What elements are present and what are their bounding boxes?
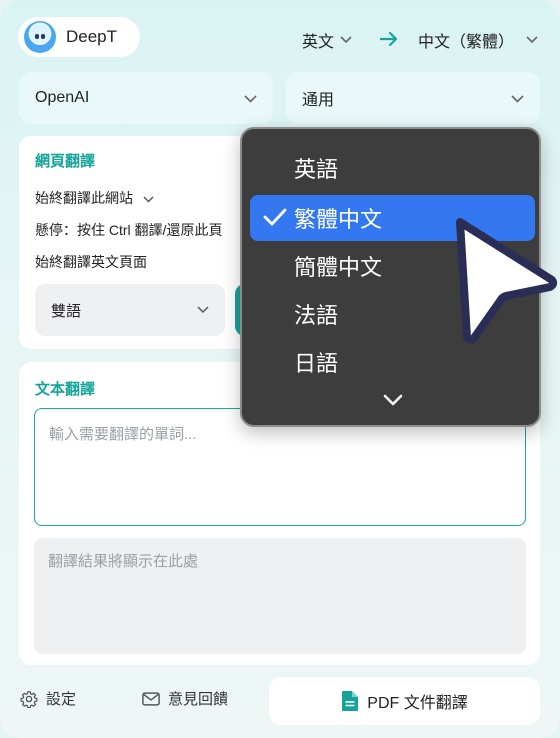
mode-select[interactable]: 通用 bbox=[286, 72, 540, 124]
language-pair: 英文 中文（繁體） bbox=[302, 28, 538, 52]
chevron-down-icon bbox=[244, 91, 257, 106]
model-select[interactable]: OpenAI bbox=[19, 72, 273, 124]
dropdown-item-label: 英語 bbox=[294, 157, 339, 182]
chevron-down-icon[interactable] bbox=[380, 387, 406, 413]
always-translate-english-option[interactable]: 始終翻譯英文頁面 bbox=[35, 252, 147, 272]
mail-icon bbox=[142, 691, 160, 706]
dropdown-item-label: 日語 bbox=[294, 351, 339, 376]
chevron-down-icon bbox=[340, 33, 352, 47]
app-name: DeepT bbox=[66, 27, 118, 46]
always-translate-site-option[interactable]: 始終翻譯此網站 bbox=[35, 188, 154, 208]
arrow-right-icon bbox=[379, 30, 398, 51]
dropdown-item-label: 法語 bbox=[294, 303, 339, 328]
settings-label: 設定 bbox=[46, 691, 77, 708]
display-mode-value: 雙語 bbox=[51, 302, 82, 320]
web-translation-title: 網頁翻譯 bbox=[35, 153, 96, 170]
mascot-logo-icon bbox=[24, 21, 56, 53]
settings-link[interactable]: 設定 bbox=[20, 688, 76, 709]
model-select-value: OpenAI bbox=[35, 89, 90, 106]
dropdown-item-label: 繁體中文 bbox=[294, 207, 383, 232]
pdf-file-icon bbox=[342, 691, 359, 711]
pdf-translate-label: PDF 文件翻譯 bbox=[367, 695, 468, 712]
target-language-selector[interactable]: 中文（繁體） bbox=[418, 28, 538, 52]
mouse-cursor-icon bbox=[456, 218, 558, 344]
chevron-down-icon bbox=[511, 91, 524, 106]
text-translation-title: 文本翻譯 bbox=[35, 381, 96, 398]
dropdown-item-label: 簡體中文 bbox=[294, 255, 383, 280]
feedback-link[interactable]: 意見回饋 bbox=[142, 688, 228, 709]
pdf-translate-button[interactable]: PDF 文件翻譯 bbox=[269, 677, 540, 725]
brand-badge: DeepT bbox=[18, 17, 140, 57]
checkmark-icon bbox=[262, 205, 288, 235]
always-translate-site-label: 始終翻譯此網站 bbox=[35, 190, 133, 206]
translation-result-box: 翻譯結果將顯示在此處 bbox=[34, 538, 526, 654]
source-language-label: 英文 bbox=[302, 34, 335, 51]
chevron-down-icon bbox=[143, 194, 154, 206]
chevron-down-icon bbox=[197, 303, 209, 317]
chevron-down-icon bbox=[526, 33, 538, 47]
source-language-selector[interactable]: 英文 bbox=[302, 28, 352, 52]
app-window: DeepT 英文 中文（繁體） OpenAI 通用 網頁翻譯 始終翻譯此網站 懸… bbox=[0, 0, 560, 738]
mode-select-value: 通用 bbox=[302, 92, 335, 109]
dropdown-item-japanese[interactable]: 日語 bbox=[250, 339, 535, 385]
display-mode-select[interactable]: 雙語 bbox=[35, 284, 225, 336]
dropdown-item-english[interactable]: 英語 bbox=[250, 145, 535, 191]
feedback-label: 意見回饋 bbox=[168, 691, 229, 708]
target-language-label: 中文（繁體） bbox=[418, 34, 515, 51]
gear-icon bbox=[20, 690, 38, 708]
hover-translate-option[interactable]: 懸停：按住 Ctrl 翻譯/還原此頁 bbox=[35, 220, 222, 240]
